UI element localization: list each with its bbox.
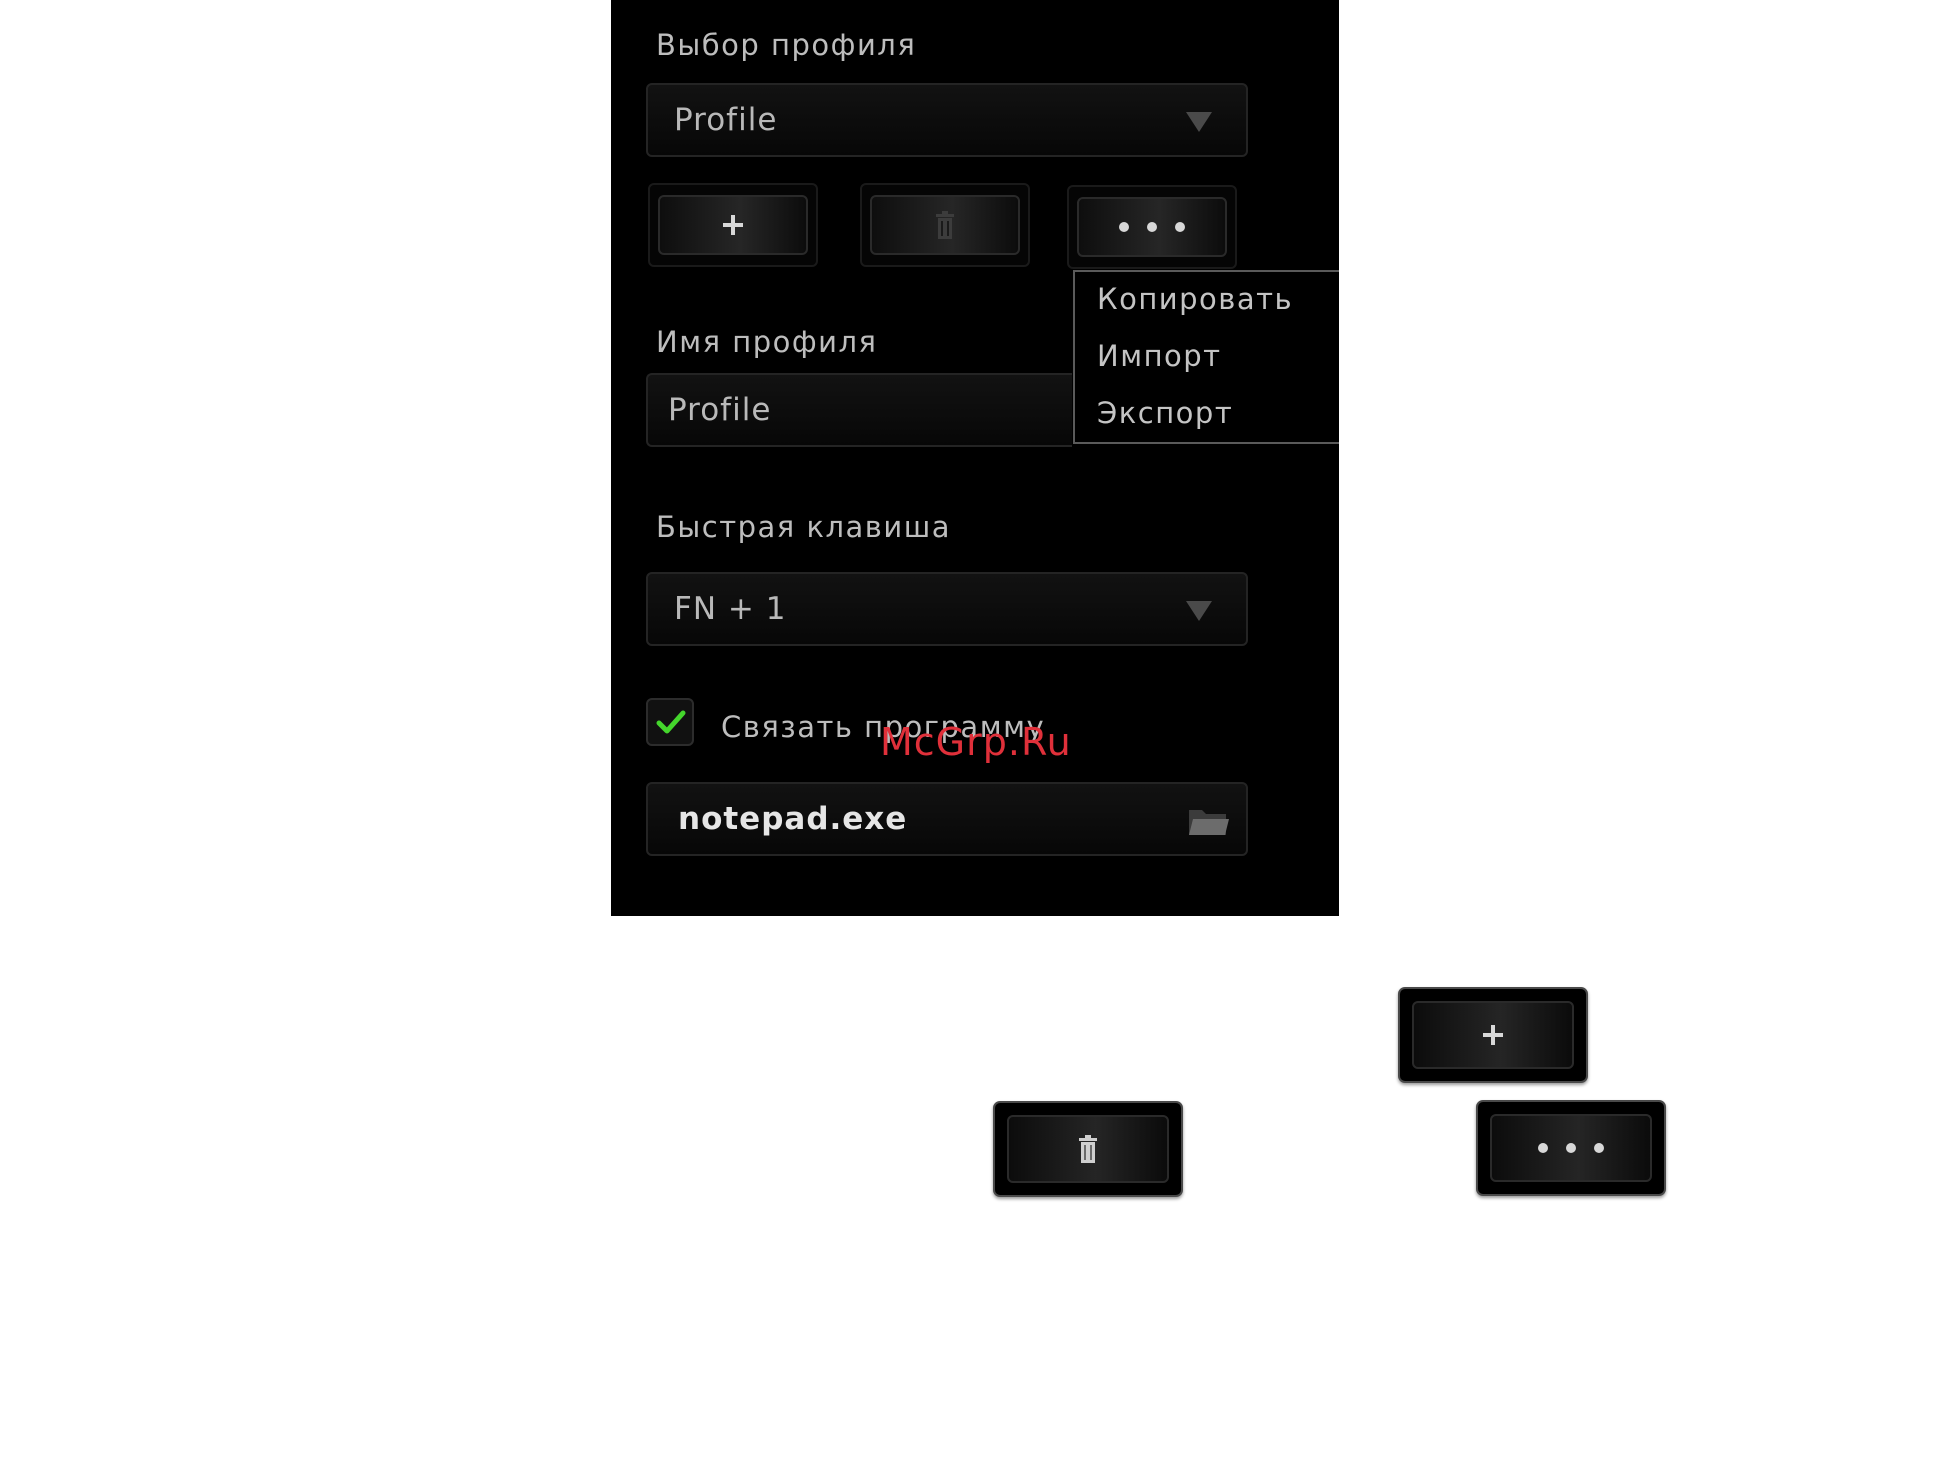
- more-dots-icon: [1119, 222, 1185, 232]
- hotkey-label: Быстрая клавиша: [656, 510, 952, 544]
- trash-icon: [935, 211, 955, 239]
- more-options-menu: Копировать Импорт Экспорт: [1073, 270, 1339, 444]
- checkmark-icon: [656, 710, 686, 734]
- profile-name-value: Profile: [668, 392, 772, 428]
- delete-profile-button-enlarged[interactable]: [1007, 1115, 1169, 1183]
- delete-button-enlarged-frame: [993, 1101, 1183, 1197]
- hotkey-value: FN + 1: [674, 591, 787, 627]
- more-options-button-enlarged[interactable]: [1490, 1114, 1652, 1182]
- caret-down-icon: [1186, 601, 1212, 621]
- menu-item-export[interactable]: Экспорт: [1097, 396, 1233, 430]
- hotkey-dropdown[interactable]: FN + 1: [646, 572, 1248, 646]
- program-path-value: notepad.exe: [678, 801, 908, 837]
- profile-select-dropdown[interactable]: Profile: [646, 83, 1248, 157]
- menu-item-copy[interactable]: Копировать: [1097, 282, 1293, 316]
- add-profile-button[interactable]: [658, 195, 808, 255]
- watermark-text: McGrp.Ru: [880, 720, 1072, 764]
- trash-icon: [1078, 1135, 1098, 1163]
- delete-profile-button[interactable]: [870, 195, 1020, 255]
- more-button-enlarged-frame: [1476, 1100, 1666, 1196]
- plus-icon: [723, 215, 743, 235]
- add-profile-button-enlarged[interactable]: [1412, 1001, 1574, 1069]
- menu-item-import[interactable]: Импорт: [1097, 339, 1222, 373]
- add-button-enlarged-frame: [1398, 987, 1588, 1083]
- folder-icon[interactable]: [1188, 806, 1230, 836]
- profile-select-label: Выбор профиля: [656, 28, 917, 62]
- caret-down-icon: [1186, 112, 1212, 132]
- profile-name-label: Имя профиля: [656, 325, 878, 359]
- more-dots-icon: [1538, 1143, 1604, 1153]
- more-options-button[interactable]: [1077, 197, 1227, 257]
- plus-icon: [1483, 1025, 1503, 1045]
- profile-name-input[interactable]: Profile: [646, 373, 1072, 447]
- more-button-frame: [1067, 185, 1237, 269]
- link-program-checkbox[interactable]: [646, 698, 694, 746]
- profile-select-value: Profile: [674, 102, 778, 138]
- profile-panel: Выбор профиля Profile Копировать Импорт …: [611, 0, 1339, 916]
- add-button-frame: [648, 183, 818, 267]
- delete-button-frame: [860, 183, 1030, 267]
- program-path-input[interactable]: notepad.exe: [646, 782, 1248, 856]
